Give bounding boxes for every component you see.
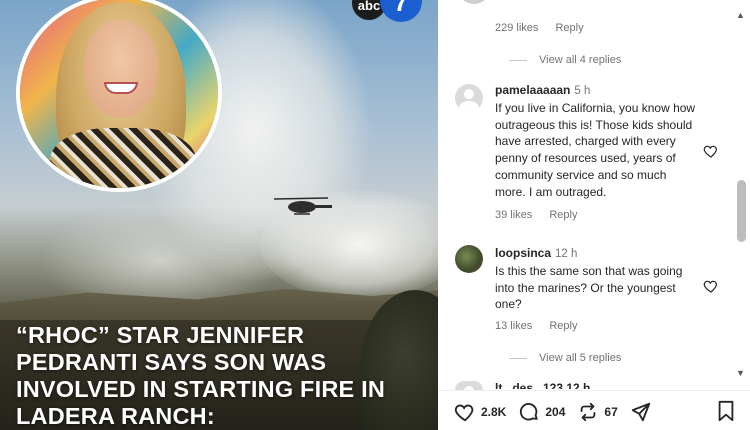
- avatar[interactable]: [460, 0, 488, 4]
- avatar[interactable]: [455, 84, 483, 112]
- send-icon: [631, 402, 650, 422]
- comment-item: loopsinca 12 h Is this the same son that …: [495, 245, 700, 313]
- helicopter-icon: [273, 197, 332, 215]
- share-button[interactable]: [630, 401, 657, 423]
- comment-likes[interactable]: 13 likes: [495, 320, 532, 332]
- comment-count: 204: [545, 405, 566, 419]
- reply-button[interactable]: Reply: [549, 320, 577, 332]
- comment-text: If you live in California, you know how …: [495, 100, 696, 199]
- comment-meta: 13 likes Reply: [495, 320, 591, 332]
- comment-icon: [520, 403, 539, 421]
- comment-likes[interactable]: 39 likes: [495, 209, 532, 221]
- comment-text: Is this the same son that was going into…: [495, 263, 683, 312]
- like-button[interactable]: 2.8K: [454, 401, 506, 423]
- comment-username[interactable]: loopsinca: [495, 246, 551, 260]
- divider: [509, 357, 527, 359]
- view-replies-label[interactable]: View all 5 replies: [539, 352, 621, 364]
- comment-meta: 229 likes Reply: [495, 22, 598, 34]
- avatar[interactable]: [455, 381, 483, 390]
- repost-button[interactable]: 67: [577, 401, 618, 423]
- repost-count: 67: [604, 405, 618, 419]
- view-replies[interactable]: View all 5 replies: [509, 352, 621, 364]
- scrollbar-thumb[interactable]: [737, 180, 746, 242]
- reply-button[interactable]: Reply: [549, 209, 577, 221]
- view-replies-label[interactable]: View all 4 replies: [539, 54, 621, 66]
- comment-time: 12 h: [555, 248, 578, 260]
- bookmark-icon: [718, 400, 734, 422]
- comments-panel: 229 likes Reply View all 4 replies pamel…: [438, 0, 750, 430]
- abc7-logo: abc 7: [352, 0, 424, 26]
- post-headline: “RHOC” STAR JENNIFER PEDRANTI SAYS SON W…: [16, 322, 385, 429]
- comment-time: 5 h: [574, 85, 591, 97]
- portrait-inset: [16, 0, 222, 192]
- heart-icon: [454, 404, 474, 422]
- comment-username[interactable]: lt...des...123 12 h: [495, 381, 590, 389]
- divider: [509, 59, 527, 61]
- seven-logo-text: 7: [380, 0, 422, 22]
- save-button[interactable]: [716, 400, 736, 427]
- portrait-face: [84, 20, 158, 118]
- reply-button[interactable]: Reply: [555, 22, 583, 34]
- post-media[interactable]: abc 7 “RHOC” STAR JENNIFER PEDRANTI SAYS…: [0, 0, 438, 430]
- comment-likes[interactable]: 229 likes: [495, 22, 538, 34]
- heart-icon[interactable]: [703, 143, 719, 159]
- action-bar: 2.8K 204 67: [454, 400, 744, 424]
- view-replies[interactable]: View all 4 replies: [509, 54, 621, 66]
- scroll-up-arrow-icon[interactable]: ▲: [736, 10, 745, 20]
- comment-button[interactable]: 204: [518, 401, 565, 423]
- comment-item: pamelaaaaan 5 h If you live in California…: [495, 82, 700, 201]
- comment-username[interactable]: pamelaaaaan: [495, 83, 570, 97]
- portrait-outfit: [50, 128, 196, 188]
- repost-icon: [581, 402, 596, 422]
- like-count: 2.8K: [481, 405, 507, 419]
- heart-icon[interactable]: [703, 278, 719, 294]
- comment-meta: 39 likes Reply: [495, 209, 591, 221]
- avatar[interactable]: [455, 245, 483, 273]
- scroll-down-arrow-icon[interactable]: ▼: [736, 368, 745, 378]
- divider: [438, 390, 750, 391]
